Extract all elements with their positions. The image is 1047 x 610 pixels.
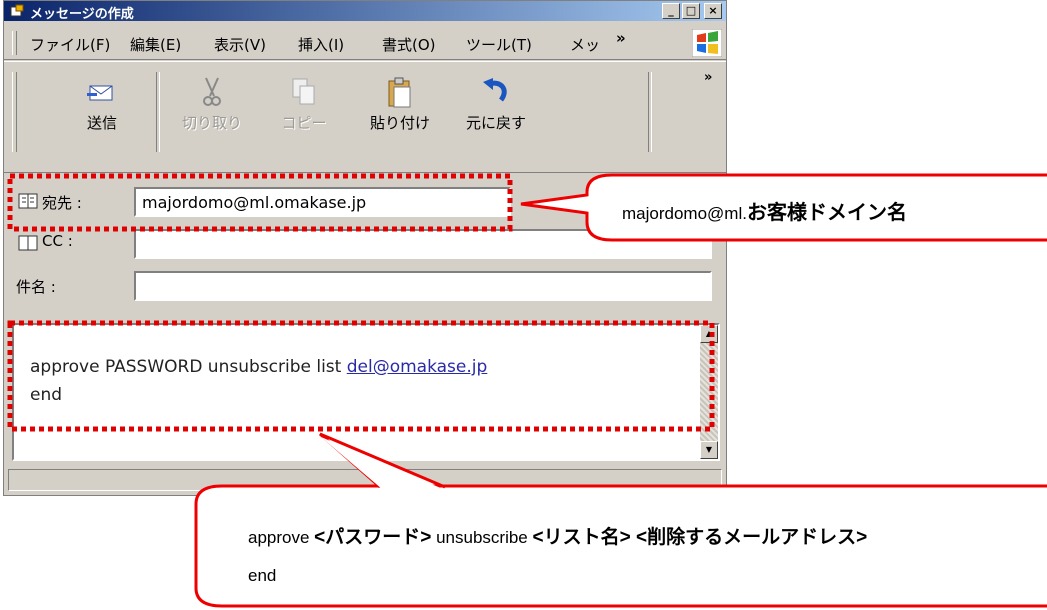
to-highlight-box	[7, 173, 513, 232]
annotation-layer	[7, 173, 1047, 608]
body-callout-line-2: end	[248, 566, 277, 585]
body-callout	[194, 432, 1047, 608]
body-callout-line-1: approve <パスワード> unsubscribe <リスト名> <削除する…	[248, 527, 868, 548]
to-callout-text: majordomo@ml.お客様ドメイン名	[622, 202, 907, 224]
body-highlight-box	[7, 320, 715, 432]
